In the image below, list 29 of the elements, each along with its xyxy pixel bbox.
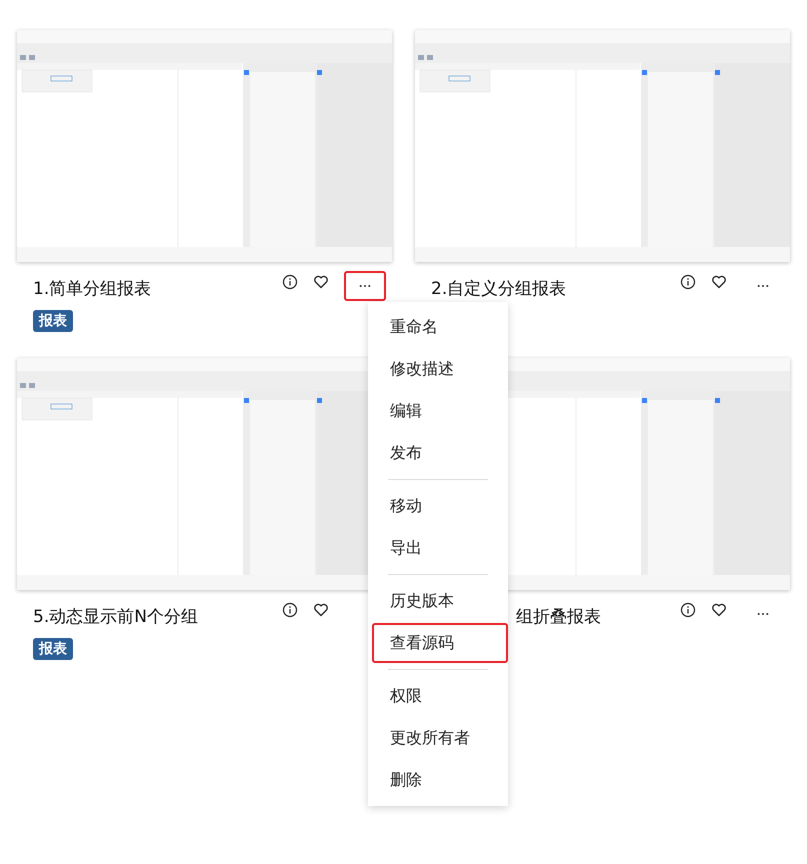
menu-item[interactable]: 查看源码 (372, 623, 508, 663)
more-icon (757, 612, 769, 616)
more-icon (359, 284, 371, 288)
menu-item[interactable]: 删除 (372, 760, 504, 800)
tag: 报表 (33, 638, 73, 660)
menu-item[interactable]: 权限 (372, 676, 504, 716)
card-title: 1.简单分组报表 (33, 278, 152, 300)
card-title: 组折叠报表 (515, 606, 601, 628)
card-title: 5.动态显示前N个分组 (33, 606, 199, 628)
menu-item[interactable]: 更改所有者 (372, 718, 504, 758)
heart-icon[interactable] (711, 274, 727, 290)
card-title: 2.自定义分组报表 (431, 278, 568, 300)
menu-item[interactable]: 移动 (372, 486, 504, 526)
menu-item[interactable]: 导出 (372, 528, 504, 568)
tag: 报表 (33, 310, 73, 332)
info-icon[interactable] (282, 602, 298, 618)
more-icon (757, 284, 769, 288)
more-button[interactable] (344, 271, 386, 301)
menu-item[interactable]: 编辑 (372, 391, 504, 431)
info-icon[interactable] (680, 602, 696, 618)
menu-item[interactable]: 修改描述 (372, 349, 504, 389)
heart-icon[interactable] (313, 274, 329, 290)
menu-item[interactable]: 历史版本 (372, 581, 504, 621)
info-icon[interactable] (282, 274, 298, 290)
heart-icon[interactable] (711, 602, 727, 618)
menu-item[interactable]: 重命名 (372, 307, 504, 347)
heart-icon[interactable] (313, 602, 329, 618)
menu-item[interactable]: 发布 (372, 433, 504, 473)
info-icon[interactable] (680, 274, 696, 290)
